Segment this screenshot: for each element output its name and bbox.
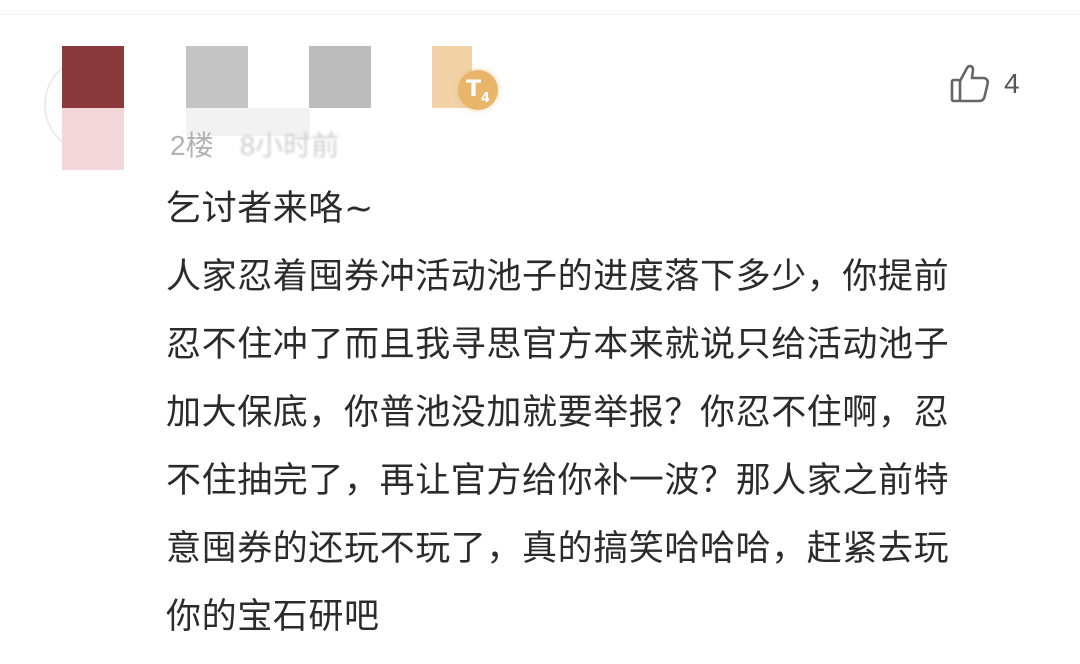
thumbs-up-icon[interactable] xyxy=(950,62,990,104)
comment-line: 加大保底，你普池没加就要举报？你忍不住啊，忍 xyxy=(166,393,950,433)
floor-number: 2楼 xyxy=(170,130,214,161)
username-redacted-1[interactable] xyxy=(186,46,248,108)
comment-line: 忍不住冲了而且我寻思官方本来就说只给活动池子 xyxy=(166,325,950,365)
username-redacted-2[interactable] xyxy=(309,46,371,108)
like-count[interactable]: 4 xyxy=(1004,66,1020,102)
comment-line: 意囤券的还玩不玩了，真的搞笑哈哈哈，赶紧去玩 xyxy=(166,529,950,569)
comment-line: 你的宝石研吧 xyxy=(166,597,380,637)
level-badge-letter: T xyxy=(465,77,481,102)
comment-line: 乞讨者来咯~ xyxy=(166,189,374,229)
top-divider xyxy=(0,14,1080,15)
comment-time: 8小时前 xyxy=(239,130,340,161)
level-badge: T4 xyxy=(458,70,498,110)
level-badge-number: 4 xyxy=(480,91,491,106)
avatar-pixel-top xyxy=(62,46,124,108)
comment-line: 人家忍着囤券冲活动池子的进度落下多少，你提前 xyxy=(166,257,950,297)
comment-body[interactable]: 乞讨者来咯~ 人家忍着囤券冲活动池子的进度落下多少，你提前 忍不住冲了而且我寻思… xyxy=(166,180,1046,656)
comment-line: 不住抽完了，再让官方给你补一波？那人家之前特 xyxy=(166,461,950,501)
comment-meta: 2楼 8小时前 xyxy=(170,128,339,164)
avatar[interactable] xyxy=(44,46,124,170)
avatar-pixel-bottom xyxy=(62,108,124,170)
